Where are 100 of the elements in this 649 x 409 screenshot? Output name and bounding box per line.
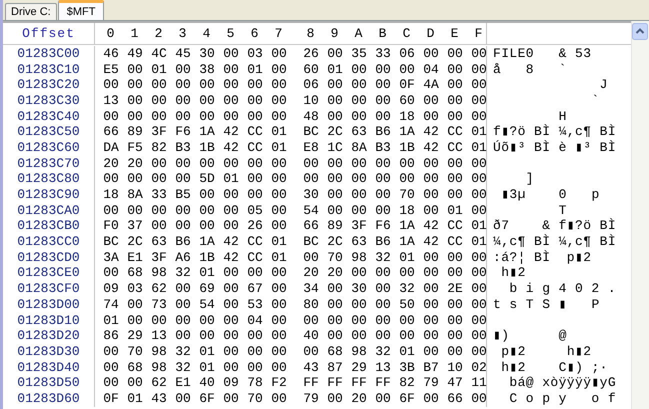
hex-byte: 00: [150, 78, 168, 92]
hex-byte: 01: [470, 140, 488, 155]
tab[interactable]: $MFT: [58, 0, 104, 20]
hex-byte: 00: [246, 110, 264, 124]
hex-byte: 6F: [398, 392, 416, 406]
hex-byte: 00: [398, 172, 416, 186]
hex-byte: 87: [326, 360, 344, 375]
hex-byte: 00: [246, 172, 264, 186]
hex-byte: 00: [422, 282, 440, 296]
hex-byte: 00: [246, 329, 264, 344]
tab[interactable]: Drive C:: [5, 3, 57, 20]
hex-byte: 00: [246, 360, 264, 375]
hex-byte: DA: [102, 140, 120, 155]
hex-byte: 09: [222, 376, 240, 390]
hex-byte: 00: [374, 94, 392, 108]
hex-byte: 01: [446, 204, 464, 218]
hex-byte: 00: [326, 282, 344, 296]
hex-byte: FF: [326, 376, 344, 390]
hex-byte: 00: [126, 78, 144, 92]
hex-byte: CC: [446, 140, 464, 155]
hex-byte: 00: [126, 110, 144, 124]
hex-byte: 1A: [398, 125, 416, 140]
hex-byte: 0F: [102, 392, 120, 406]
hex-byte: CC: [446, 219, 464, 234]
hex-byte: 00: [270, 46, 288, 61]
hex-byte: 68: [326, 344, 344, 359]
hex-byte: 00: [150, 172, 168, 186]
offset-label: 01283C70: [17, 156, 80, 171]
ascii-text: ▮) @: [493, 329, 567, 344]
hex-byte: 00: [374, 282, 392, 296]
hex-byte: 3A: [102, 250, 120, 265]
ascii-text: å 8 `: [493, 62, 567, 77]
hex-byte: 03: [126, 282, 144, 296]
column-header: B: [378, 26, 388, 41]
hex-byte: 00: [174, 62, 192, 77]
hex-byte: 00: [222, 329, 240, 344]
column-header: 0: [106, 26, 116, 41]
hex-byte: 00: [270, 282, 288, 296]
hex-byte: 20: [326, 266, 344, 280]
hex-byte: 1A: [398, 235, 416, 250]
hex-byte: 73: [150, 298, 168, 312]
hex-byte: 00: [174, 110, 192, 124]
column-header: 4: [202, 26, 212, 41]
hex-byte: 00: [198, 314, 216, 328]
hex-byte: 00: [350, 172, 368, 186]
hex-byte: 00: [222, 110, 240, 124]
hex-byte: 00: [374, 188, 392, 202]
hex-byte: 98: [350, 344, 368, 359]
hex-byte: 00: [422, 392, 440, 406]
hex-byte: 13: [150, 329, 168, 344]
offset-label: 01283CB0: [17, 219, 80, 234]
hex-byte: 00: [326, 392, 344, 406]
hex-byte: 30: [350, 282, 368, 296]
hex-byte: 00: [470, 78, 488, 92]
hex-byte: 98: [150, 266, 168, 280]
hex-byte: A6: [174, 250, 192, 265]
hex-byte: 79: [422, 376, 440, 390]
hex-byte: 00: [398, 329, 416, 344]
hex-byte: 42: [422, 235, 440, 250]
hex-byte: 00: [470, 282, 488, 296]
hex-byte: 86: [102, 329, 120, 344]
offset-label: 01283D20: [17, 329, 80, 344]
hex-byte: 00: [150, 314, 168, 328]
ascii-text: :á?¦ BÌ p▮2: [493, 250, 592, 265]
ascii-text: b i g 4 0 2 .: [508, 282, 616, 296]
hex-byte: 00: [350, 110, 368, 124]
hex-byte: 00: [174, 78, 192, 92]
hex-byte: 00: [270, 62, 288, 77]
offset-label: 01283D10: [17, 314, 80, 328]
hex-byte: 2C: [126, 235, 144, 250]
hex-byte: 29: [350, 360, 368, 375]
hex-byte: 69: [198, 282, 216, 296]
hex-byte: 20: [350, 392, 368, 406]
hex-byte: 00: [470, 172, 488, 186]
hex-byte: F5: [126, 140, 144, 155]
hex-byte: 00: [270, 156, 288, 171]
hex-byte: 6F: [198, 392, 216, 406]
hex-byte: 1A: [198, 235, 216, 250]
hex-byte: 3F: [150, 250, 168, 265]
hex-byte: 00: [446, 94, 464, 108]
hex-byte: 06: [398, 46, 416, 61]
hex-byte: 00: [302, 156, 320, 171]
hex-byte: 32: [174, 344, 192, 359]
hex-byte: 01: [270, 125, 288, 140]
scroll-up-icon[interactable]: [632, 23, 648, 40]
hex-byte: 00: [422, 94, 440, 108]
hex-byte: 00: [470, 62, 488, 77]
hex-byte: 30: [198, 46, 216, 61]
offset-label: 01283C00: [17, 46, 80, 61]
hex-byte: 00: [198, 188, 216, 202]
hex-byte: 00: [302, 250, 320, 265]
hex-byte: 26: [302, 46, 320, 61]
hex-byte: 48: [302, 110, 320, 124]
hex-byte: 00: [246, 266, 264, 280]
hex-byte: 00: [126, 298, 144, 312]
hex-byte: 10: [302, 94, 320, 108]
hex-byte: 00: [246, 156, 264, 171]
hex-byte: 00: [222, 266, 240, 280]
hex-byte: FF: [350, 376, 368, 390]
hex-byte: 00: [102, 204, 120, 218]
